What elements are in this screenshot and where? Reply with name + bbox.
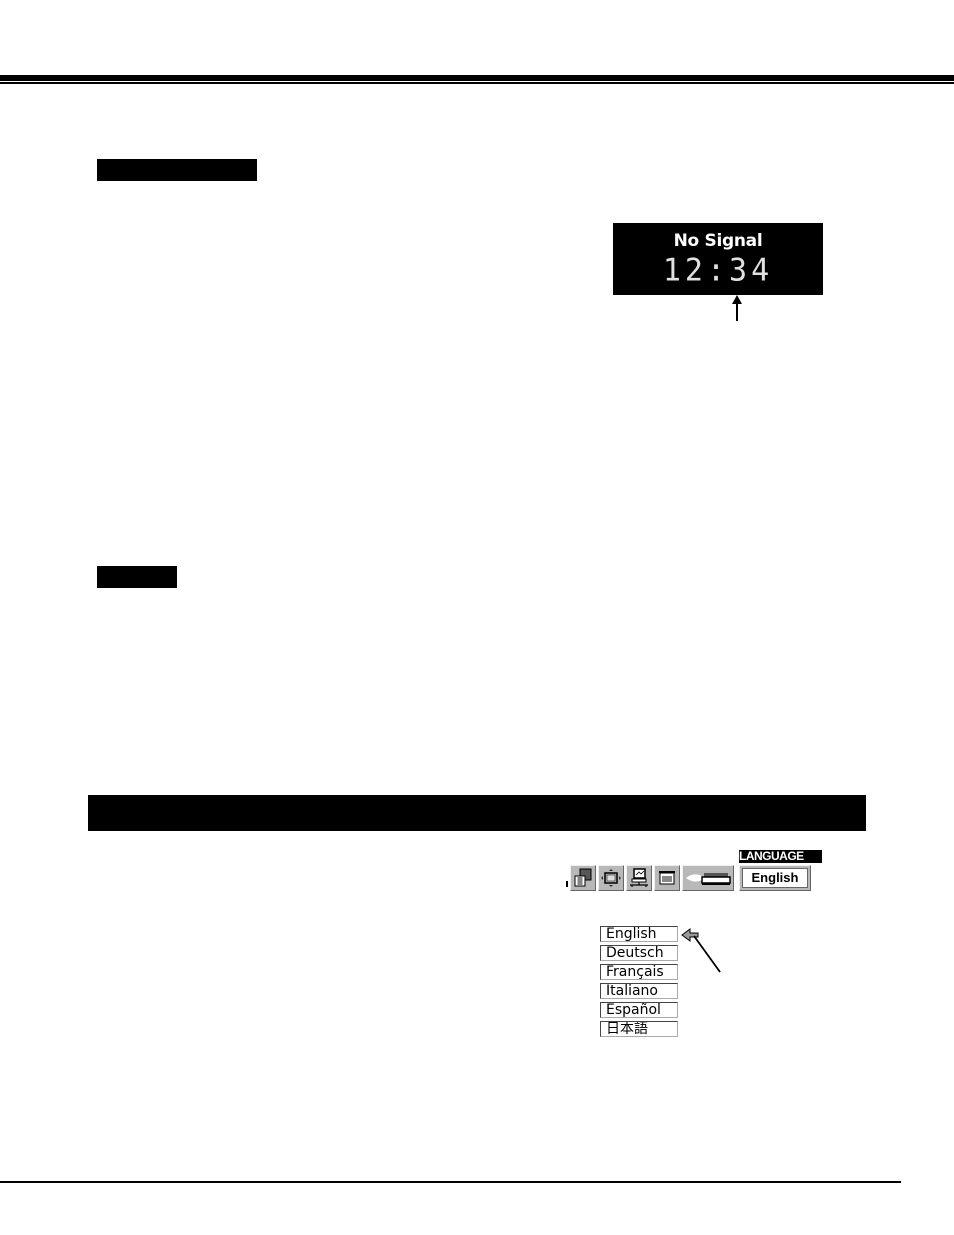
screen-icon [659,871,675,885]
language-option-english[interactable]: English [600,926,678,942]
image-adjust-button[interactable] [570,865,596,891]
toolbar-edge [560,865,570,891]
no-signal-display: No Signal 12:34 [613,223,823,295]
language-menu-header: LANGUAGE [739,850,822,863]
pc-adjust-button[interactable] [626,865,652,891]
header-rule-thick [0,75,954,81]
footer-rule [0,1181,901,1183]
language-current-value: English [742,868,808,888]
no-signal-text: No Signal [673,231,763,251]
lamp-button[interactable] [682,865,734,891]
section-title-bar [88,795,866,831]
language-option-francais[interactable]: Français [600,964,678,980]
lamp-icon [686,873,731,885]
up-arrow-icon [732,295,742,321]
section-label-1 [97,159,257,181]
timer-readout: 12:34 [662,252,774,289]
screen-position-button[interactable] [598,865,624,891]
language-option-deutsch[interactable]: Deutsch [600,945,678,961]
language-option-japanese[interactable]: 日本語 [600,1021,678,1037]
pc-adjust-icon [630,868,648,887]
menu-toolbar [560,864,736,892]
image-adjust-icon [574,868,592,887]
screen-button[interactable] [654,865,680,891]
section-label-2 [97,566,177,588]
selection-pointer-icon [681,928,721,973]
language-select[interactable]: English [739,865,811,891]
language-option-espanol[interactable]: Español [600,1002,678,1018]
language-options-list: English Deutsch Français Italiano Españo… [600,926,678,1040]
header-rule-thin [0,82,954,84]
language-option-italiano[interactable]: Italiano [600,983,678,999]
screen-position-icon [601,869,621,887]
